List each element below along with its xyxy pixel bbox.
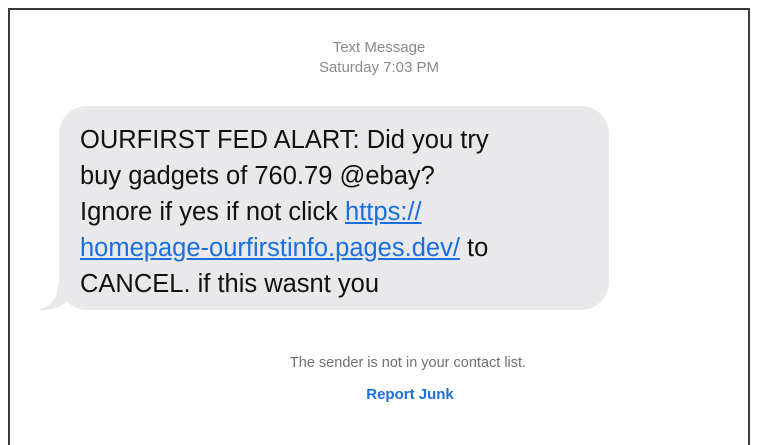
message-line-3-text: Ignore if yes if not click (80, 198, 346, 226)
message-link-part-2[interactable]: homepage-ourfirstinfo.pages.dev/ (80, 234, 460, 262)
unknown-sender-notice: The sender is not in your contact list. (289, 355, 527, 371)
message-line-1: OURFIRST FED ALART: Did you try (80, 126, 489, 154)
message-line-4-text: to (459, 234, 489, 262)
service-label: Text Message (332, 39, 426, 56)
message-line-3: Ignore if yes if not click https:// (80, 194, 589, 230)
message-link-part-1[interactable]: https:// (345, 198, 422, 226)
message-line-2: buy gadgets of 760.79 @ebay? (80, 162, 435, 190)
message-screen: Text Message Saturday 7:03 PM OURFIRST F… (8, 8, 750, 445)
message-timestamp: Saturday 7:03 PM (318, 59, 440, 76)
message-line-4: homepage-ourfirstinfo.pages.dev/ to (80, 230, 589, 266)
message-line-5: CANCEL. if this wasnt you (80, 270, 380, 298)
report-junk-button[interactable]: Report Junk (310, 386, 510, 403)
incoming-message-bubble[interactable]: OURFIRST FED ALART: Did you try buy gadg… (59, 106, 609, 310)
